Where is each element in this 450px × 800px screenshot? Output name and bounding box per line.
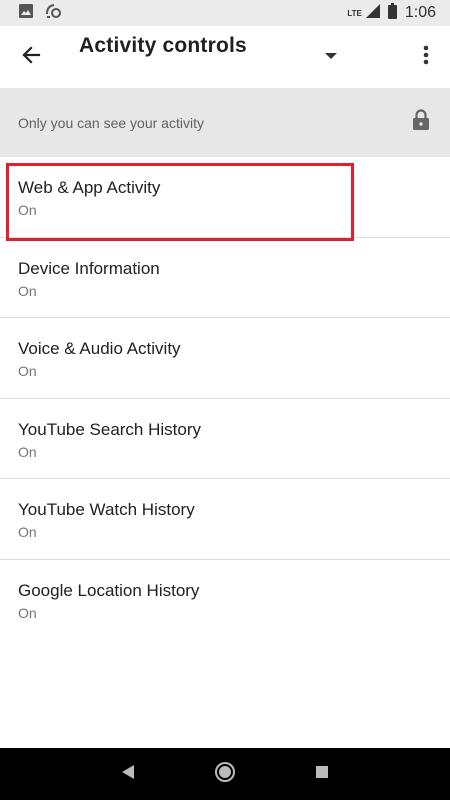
item-title: YouTube Watch History — [18, 500, 195, 520]
network-type: LTE — [347, 8, 362, 18]
list-item-web-app-activity[interactable]: Web & App Activity On — [0, 157, 450, 238]
item-title: Google Location History — [18, 580, 200, 600]
item-title: Web & App Activity — [18, 178, 161, 197]
status-bar: LTE 1:06 — [0, 0, 450, 26]
list-item-device-information[interactable]: Device Information On — [0, 237, 450, 319]
more-options-button[interactable] — [412, 40, 440, 74]
item-status: On — [18, 524, 37, 541]
item-status: On — [18, 282, 37, 299]
title-dropdown-button[interactable] — [318, 44, 344, 70]
app-bar: Activity controls — [0, 26, 450, 88]
list-item-youtube-watch-history[interactable]: YouTube Watch History On — [0, 479, 450, 560]
privacy-text: Only you can see your activity — [18, 114, 204, 131]
item-status: On — [18, 363, 37, 380]
back-button[interactable] — [14, 40, 48, 74]
item-title: Device Information — [18, 258, 160, 278]
image-icon — [18, 3, 34, 24]
item-title: Voice & Audio Activity — [18, 339, 181, 359]
battery-icon — [387, 2, 397, 24]
item-status: On — [18, 604, 37, 621]
more-vert-icon — [423, 45, 429, 70]
cast-icon — [44, 2, 62, 25]
status-time: 1:06 — [404, 4, 436, 21]
status-left — [18, 2, 62, 25]
lock-icon — [412, 109, 430, 136]
home-circle-icon — [214, 761, 236, 788]
list-item-youtube-search-history[interactable]: YouTube Search History On — [0, 398, 450, 480]
nav-recents-button[interactable] — [307, 759, 337, 789]
back-triangle-icon — [121, 764, 135, 785]
list-item-voice-audio-activity[interactable]: Voice & Audio Activity On — [0, 318, 450, 399]
nav-back-button[interactable] — [113, 759, 143, 789]
status-right: LTE 1:06 — [347, 2, 436, 24]
privacy-banner: Only you can see your activity — [0, 88, 450, 157]
dropdown-icon — [325, 48, 337, 66]
back-arrow-icon — [21, 45, 41, 70]
system-nav-bar — [0, 748, 450, 800]
item-status: On — [18, 202, 37, 218]
list-item-google-location-history[interactable]: Google Location History On — [0, 559, 450, 641]
activity-list: Web & App Activity On Device Information… — [0, 157, 450, 641]
nav-home-button[interactable] — [210, 759, 240, 789]
page-title: Activity controls — [79, 34, 247, 57]
item-title: YouTube Search History — [18, 419, 202, 439]
recents-square-icon — [315, 765, 329, 784]
signal-icon — [365, 3, 380, 23]
item-status: On — [18, 443, 37, 460]
